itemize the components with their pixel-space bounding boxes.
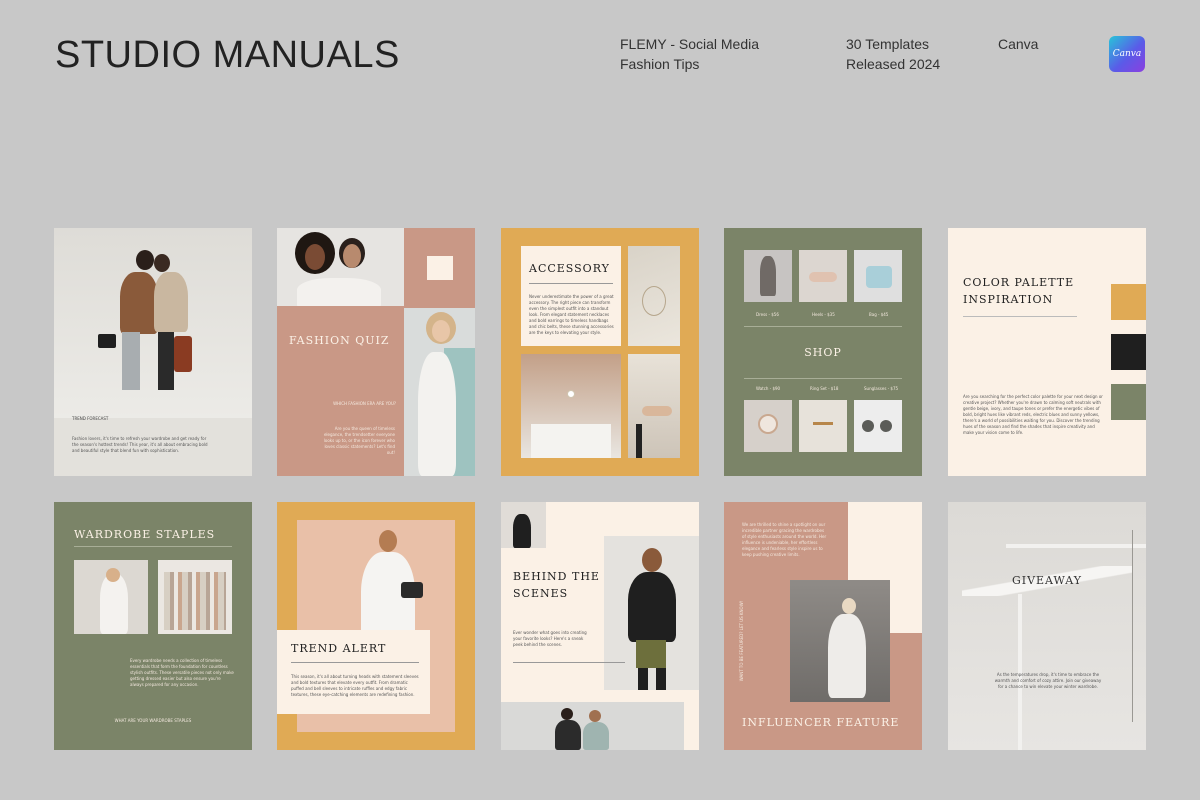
card-body: As the temperatures drop, it's time to e…: [994, 672, 1102, 689]
card-behind-scenes[interactable]: BEHIND THE SCENES Ever wonder what goes …: [501, 502, 699, 750]
card-title: TREND ALERT: [291, 642, 387, 655]
side-text: WANT TO BE FEATURED? LET US KNOW!: [739, 600, 744, 682]
shop-item-label: Dress - $56: [756, 312, 779, 317]
title-line-2: INSPIRATION: [963, 293, 1054, 306]
brand-title: STUDIO MANUALS: [55, 34, 400, 76]
card-body: Fashion lovers, it's time to refresh you…: [72, 436, 208, 453]
template-count: 30 Templates: [846, 36, 930, 52]
card-trend-alert[interactable]: TREND ALERT This season, it's all about …: [277, 502, 475, 750]
closet-photo-left: [74, 560, 148, 634]
card-body: Every wardrobe needs a collection of tim…: [130, 658, 234, 687]
title-line-1: BEHIND THE: [513, 570, 600, 583]
rings-photo: [799, 400, 847, 452]
card-color-palette[interactable]: COLOR PALETTE INSPIRATION Are you search…: [948, 228, 1146, 476]
card-title: BEHIND THE SCENES: [513, 568, 600, 602]
release-year: Released 2024: [846, 56, 941, 72]
product-line-2: Fashion Tips: [620, 56, 700, 72]
card-trend-forecast[interactable]: TREND FORECAST Fashion lovers, it's time…: [54, 228, 252, 476]
card-title: WARDROBE STAPLES: [74, 528, 216, 541]
card-body: Ever wonder what goes into creating your…: [513, 630, 587, 647]
shop-item-label: Ring Set - $18: [810, 386, 839, 391]
white-dress-photo: [790, 580, 890, 702]
platform-label: Canva: [998, 36, 1039, 52]
shop-item-label: Bag - $45: [869, 312, 889, 317]
watch-photo: [744, 400, 792, 452]
closet-photo-right: [158, 560, 232, 634]
curly-woman-photo: [404, 308, 475, 476]
card-title: FASHION QUIZ: [289, 334, 390, 347]
title-line-2: SCENES: [513, 587, 569, 600]
card-influencer[interactable]: We are thrilled to shine a spotlight on …: [724, 502, 922, 750]
title-line-1: COLOR PALETTE: [963, 276, 1075, 289]
shop-item-label: Sunglasses - $75: [864, 386, 899, 391]
fabric-photo: [628, 246, 680, 346]
swatch-sage: [1111, 384, 1146, 420]
hand-photo: [628, 354, 680, 458]
hanger-rack-photo: [948, 502, 1146, 750]
card-wardrobe-staples[interactable]: WARDROBE STAPLES Every wardrobe needs a …: [54, 502, 252, 750]
dress-photo: [744, 250, 792, 302]
shop-item-label: Heels - $35: [812, 312, 835, 317]
card-title: SHOP: [804, 346, 842, 359]
small-corner-photo: [501, 502, 546, 548]
card-title: INFLUENCER FEATURE: [742, 716, 900, 729]
card-title: ACCESSORY: [529, 262, 610, 275]
card-accessory[interactable]: ACCESSORY Never underestimate the power …: [501, 228, 699, 476]
product-info: 30 Templates Released 2024: [846, 34, 940, 74]
card-shop[interactable]: Dress - $56 Heels - $35 Bag - $45 SHOP W…: [724, 228, 922, 476]
swatch-mustard: [1111, 284, 1146, 320]
bag-photo: [854, 250, 902, 302]
product-name: FLEMY - Social Media Fashion Tips: [620, 34, 759, 74]
card-label: TREND FORECAST: [72, 416, 109, 421]
card-body: Never underestimate the power of a great…: [529, 294, 614, 335]
canva-logo-icon: Canva: [1109, 36, 1145, 72]
card-giveaway[interactable]: GIVEAWAY As the temperatures drop, it's …: [948, 502, 1146, 750]
couple-photo: [54, 228, 252, 418]
card-title: COLOR PALETTE INSPIRATION: [963, 274, 1074, 308]
card-body: Are you searching for the perfect color …: [963, 394, 1103, 435]
card-subtitle: WHICH FASHION ERA ARE YOU?: [333, 401, 396, 406]
card-footer: WHAT ARE YOUR WARDROBE STAPLES: [114, 718, 192, 723]
swatch-black: [1111, 334, 1146, 370]
product-line-1: FLEMY - Social Media: [620, 36, 760, 52]
cream-square: [427, 256, 453, 280]
necklace-photo: [521, 354, 621, 458]
shop-item-label: Watch - $90: [756, 386, 781, 391]
card-body: Are you the queen of timeless elegance, …: [323, 426, 395, 455]
card-body: We are thrilled to shine a spotlight on …: [742, 522, 827, 557]
smiling-woman-photo: [604, 536, 699, 690]
card-fashion-quiz[interactable]: FASHION QUIZ WHICH FASHION ERA ARE YOU? …: [277, 228, 475, 476]
duo-photo: [277, 228, 404, 306]
heels-photo: [799, 250, 847, 302]
card-title: GIVEAWAY: [1011, 574, 1083, 587]
sunglasses-photo: [854, 400, 902, 452]
seated-duo-photo: [501, 702, 684, 750]
card-body: This season, it's all about turning head…: [291, 674, 419, 697]
